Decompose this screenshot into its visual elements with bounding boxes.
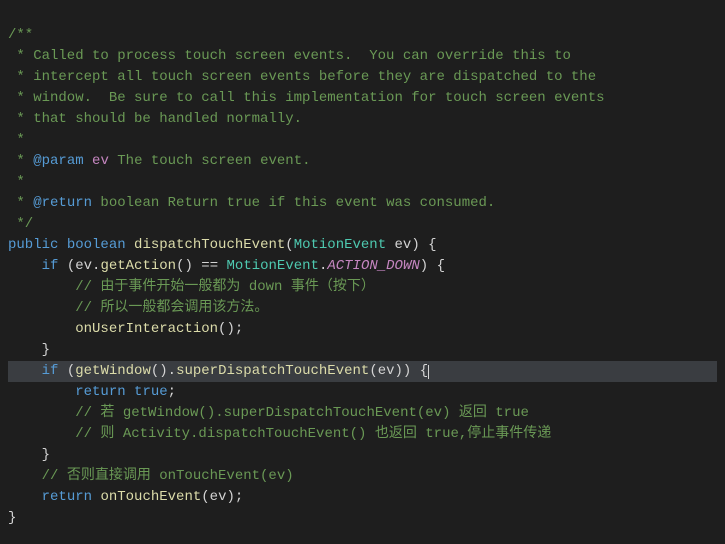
close-brace: } [8,447,50,463]
text-cursor [428,365,429,379]
javadoc-line: * window. Be sure to call this implement… [8,90,605,106]
javadoc-blank: * [8,132,25,148]
method-signature: public boolean dispatchTouchEvent(Motion… [8,237,437,253]
return-statement: return onTouchEvent(ev); [8,489,243,505]
javadoc-close: */ [8,216,33,232]
comment-line: // 由于事件开始一般都为 down 事件（按下） [8,279,375,295]
javadoc-line: * Called to process touch screen events.… [8,48,571,64]
close-brace: } [8,342,50,358]
comment-line: // 则 Activity.dispatchTouchEvent() 也返回 t… [8,426,551,442]
code-editor[interactable]: /** * Called to process touch screen eve… [0,0,725,533]
if-statement: if (ev.getAction() == MotionEvent.ACTION… [8,258,445,274]
javadoc-blank: * [8,174,25,190]
javadoc-line: * intercept all touch screen events befo… [8,69,596,85]
javadoc-param-line: * @param ev The touch screen event. [8,153,311,169]
javadoc-line: * that should be handled normally. [8,111,302,127]
close-brace: } [8,510,16,526]
method-call: onUserInteraction(); [8,321,243,337]
comment-line: // 否则直接调用 onTouchEvent(ev) [8,468,294,484]
javadoc-open: /** [8,27,33,43]
comment-line: // 若 getWindow().superDispatchTouchEvent… [8,405,529,421]
javadoc-return-line: * @return boolean Return true if this ev… [8,195,495,211]
return-statement: return true; [8,384,176,400]
comment-line: // 所以一般都会调用该方法。 [8,300,268,316]
highlighted-line: if (getWindow().superDispatchTouchEvent(… [8,361,717,382]
